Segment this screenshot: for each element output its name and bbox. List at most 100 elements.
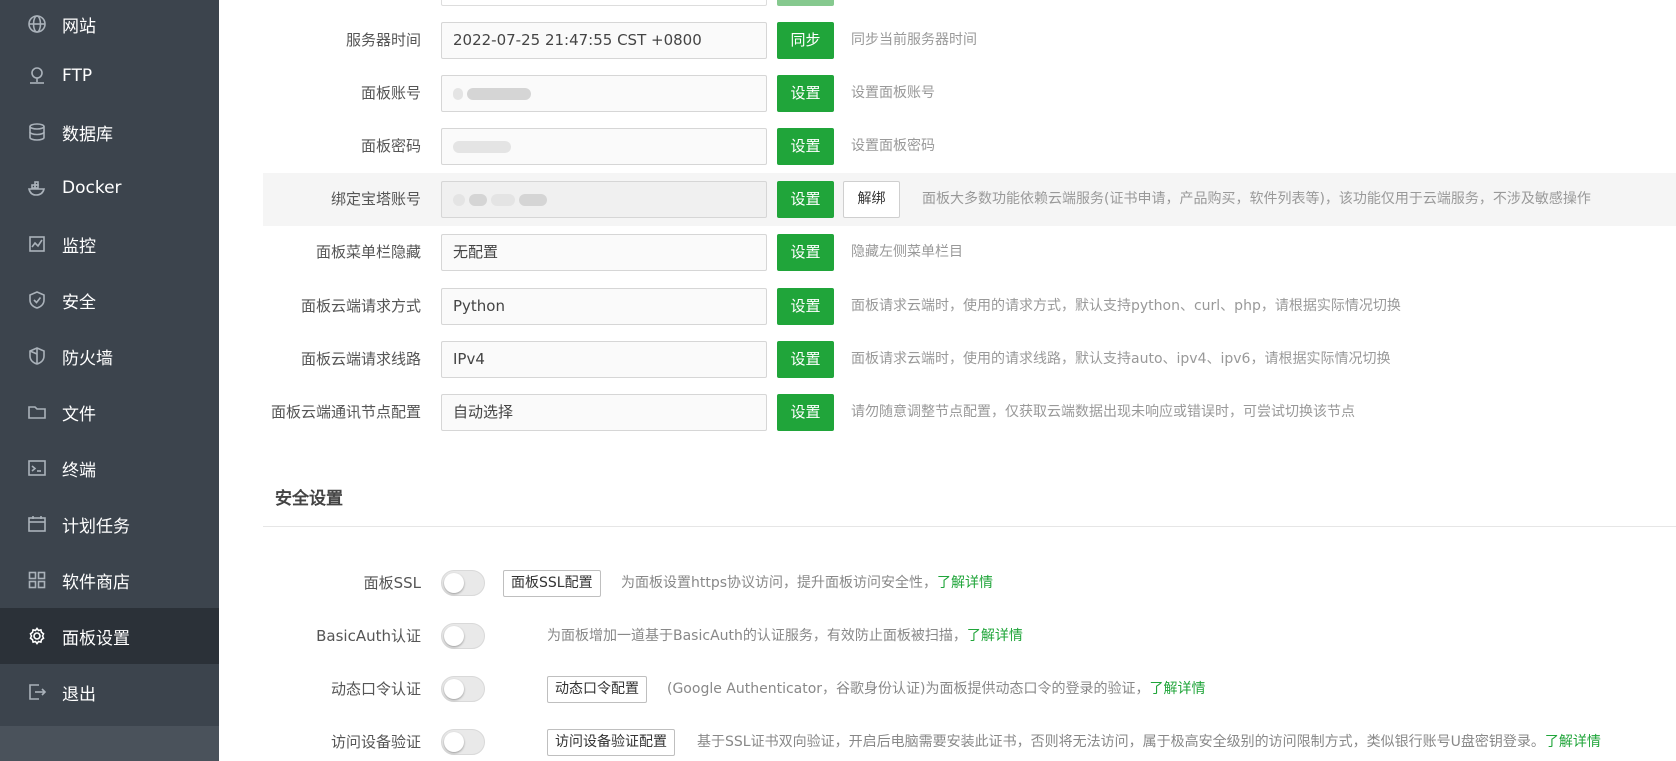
set-bt-account-button[interactable]: 设置 [777, 181, 834, 218]
setting-row-device-verify: 访问设备验证 访问设备验证配置 基于SSL证书双向验证，开启后电脑需要安装此证书… [263, 716, 1676, 761]
toggle-knob [444, 573, 464, 593]
bt-account-input[interactable] [441, 181, 767, 218]
sidebar-item-monitor[interactable]: 监控 [0, 216, 219, 272]
device-verify-desc-text: 基于SSL证书双向验证，开启后电脑需要安装此证书，否则将无法访问，属于极高安全级… [697, 734, 1545, 750]
setting-row-request-method: 面板云端请求方式 Python 设置 面板请求云端时，使用的请求方式，默认支持p… [263, 280, 1676, 333]
setting-row-basic-auth: BasicAuth认证 为面板增加一道基于BasicAuth的认证服务，有效防止… [263, 610, 1676, 663]
security-section-title: 安全设置 [275, 489, 343, 509]
unbind-bt-account-button[interactable]: 解绑 [843, 181, 900, 218]
sync-time-button[interactable]: 同步 [777, 22, 834, 59]
panel-password-label: 面板密码 [360, 137, 421, 155]
setting-row-bt-account: 绑定宝塔账号 设置 解绑 面板大多数功能依赖云端服务(证书申请，产品购买，软件列… [263, 173, 1676, 226]
node-config-input[interactable]: 自动选择 [441, 394, 767, 431]
basic-auth-learn-more-link[interactable]: 了解详情 [967, 628, 1023, 644]
settings-main: 服务器时间 2022-07-25 21:47:55 CST +0800 同步 同… [219, 0, 1676, 761]
toggle-knob [444, 679, 464, 699]
bt-account-desc: 面板大多数功能依赖云端服务(证书申请，产品购买，软件列表等)，该功能仅用于云端服… [922, 191, 1591, 207]
totp-label: 动态口令认证 [330, 680, 421, 698]
panel-ssl-desc: 为面板设置https协议访问，提升面板访问安全性，了解详情 [621, 557, 993, 610]
device-verify-config-button[interactable]: 访问设备验证配置 [547, 729, 675, 756]
ftp-icon [26, 65, 48, 87]
sidebar-item-cron[interactable]: 计划任务 [0, 496, 219, 552]
setting-row-panel-password: 面板密码 设置 设置面板密码 [263, 120, 1676, 173]
sidebar-item-ftp[interactable]: FTP [0, 48, 219, 104]
calendar-icon [26, 513, 48, 535]
sidebar-item-database[interactable]: 数据库 [0, 104, 219, 160]
sidebar-item-label: 文件 [62, 404, 96, 425]
set-account-button[interactable]: 设置 [777, 75, 834, 112]
panel-account-desc: 设置面板账号 [851, 85, 935, 101]
set-node-config-button[interactable]: 设置 [777, 394, 834, 431]
setting-row-panel-ssl: 面板SSL 面板SSL配置 为面板设置https协议访问，提升面板访问安全性，了… [263, 557, 1676, 610]
sidebar-item-panel-settings[interactable]: 面板设置 [0, 608, 219, 664]
device-verify-desc: 基于SSL证书双向验证，开启后电脑需要安装此证书，否则将无法访问，属于极高安全级… [697, 716, 1601, 761]
sidebar-item-label: 数据库 [62, 124, 113, 145]
globe-icon [26, 13, 48, 35]
request-line-label: 面板云端请求线路 [300, 350, 421, 368]
sidebar-item-logout[interactable]: 退出 [0, 664, 219, 720]
section-divider [263, 526, 1676, 527]
set-request-method-button[interactable]: 设置 [777, 288, 834, 325]
basic-auth-desc-text: 为面板增加一道基于BasicAuth的认证服务，有效防止面板被扫描， [547, 628, 967, 644]
device-verify-toggle[interactable] [441, 729, 485, 755]
sidebar-item-label: FTP [62, 66, 93, 86]
sidebar-item-label: 面板设置 [62, 628, 130, 649]
setting-row-node-config: 面板云端通讯节点配置 自动选择 设置 请勿随意调整节点配置，仅获取云端数据出现未… [263, 386, 1676, 439]
request-line-input[interactable]: IPv4 [441, 341, 767, 378]
sidebar-item-label: 软件商店 [62, 572, 130, 593]
sidebar-item-label: 监控 [62, 236, 96, 257]
setting-row-server-time: 服务器时间 2022-07-25 21:47:55 CST +0800 同步 同… [263, 14, 1676, 67]
gear-icon [26, 625, 48, 647]
request-method-desc: 面板请求云端时，使用的请求方式，默认支持python、curl、php，请根据实… [851, 298, 1401, 314]
panel-password-input[interactable] [441, 128, 767, 165]
basic-auth-toggle[interactable] [441, 623, 485, 649]
sidebar-item-label: 终端 [62, 460, 96, 481]
partial-input-above[interactable] [441, 0, 767, 6]
sidebar-item-label: 防火墙 [62, 348, 113, 369]
panel-ssl-toggle[interactable] [441, 570, 485, 596]
sidebar-item-security[interactable]: 安全 [0, 272, 219, 328]
sidebar-item-docker[interactable]: Docker [0, 160, 219, 216]
docker-icon [26, 177, 48, 199]
firewall-icon [26, 345, 48, 367]
panel-ssl-label: 面板SSL [363, 574, 421, 592]
totp-desc: (Google Authenticator，谷歌身份认证)为面板提供动态口令的登… [667, 663, 1206, 716]
panel-account-input[interactable] [441, 75, 767, 112]
sidebar-item-files[interactable]: 文件 [0, 384, 219, 440]
panel-ssl-desc-text: 为面板设置https协议访问，提升面板访问安全性， [621, 575, 938, 591]
totp-desc-text: (Google Authenticator，谷歌身份认证)为面板提供动态口令的登… [667, 681, 1150, 697]
device-verify-learn-more-link[interactable]: 了解详情 [1545, 734, 1601, 750]
sidebar-item-label: 安全 [62, 292, 96, 313]
database-icon [26, 121, 48, 143]
sidebar-item-terminal[interactable]: 终端 [0, 440, 219, 496]
node-config-label: 面板云端通讯节点配置 [270, 403, 421, 421]
basic-auth-label: BasicAuth认证 [316, 627, 421, 645]
server-time-input[interactable]: 2022-07-25 21:47:55 CST +0800 [441, 22, 767, 59]
logout-icon [26, 681, 48, 703]
basic-auth-desc: 为面板增加一道基于BasicAuth的认证服务，有效防止面板被扫描，了解详情 [547, 610, 1023, 663]
menu-hide-label: 面板菜单栏隐藏 [315, 243, 421, 261]
sidebar: 网站 FTP 数据库 Docker 监控 安全 防火墙 文件 终端 计划任务 软… [0, 0, 219, 761]
sidebar-item-label: 计划任务 [62, 516, 130, 537]
request-method-input[interactable]: Python [441, 288, 767, 325]
totp-learn-more-link[interactable]: 了解详情 [1150, 681, 1206, 697]
sidebar-item-label: Docker [62, 178, 122, 198]
set-menu-hide-button[interactable]: 设置 [777, 234, 834, 271]
panel-ssl-config-button[interactable]: 面板SSL配置 [503, 570, 601, 597]
sidebar-item-app-store[interactable]: 软件商店 [0, 552, 219, 608]
node-config-desc: 请勿随意调整节点配置，仅获取云端数据出现未响应或错误时，可尝试切换该节点 [851, 404, 1355, 420]
sidebar-menu: 网站 FTP 数据库 Docker 监控 安全 防火墙 文件 终端 计划任务 软… [0, 0, 219, 720]
totp-toggle[interactable] [441, 676, 485, 702]
toggle-knob [444, 626, 464, 646]
panel-ssl-learn-more-link[interactable]: 了解详情 [937, 575, 993, 591]
menu-hide-desc: 隐藏左侧菜单栏目 [851, 244, 963, 260]
sidebar-item-firewall[interactable]: 防火墙 [0, 328, 219, 384]
sidebar-item-website[interactable]: 网站 [0, 0, 219, 48]
menu-hide-input[interactable]: 无配置 [441, 234, 767, 271]
totp-config-button[interactable]: 动态口令配置 [547, 676, 647, 703]
set-request-line-button[interactable]: 设置 [777, 341, 834, 378]
panel-password-desc: 设置面板密码 [851, 138, 935, 154]
toggle-knob [444, 732, 464, 752]
partial-button-above[interactable] [777, 0, 834, 6]
set-password-button[interactable]: 设置 [777, 128, 834, 165]
